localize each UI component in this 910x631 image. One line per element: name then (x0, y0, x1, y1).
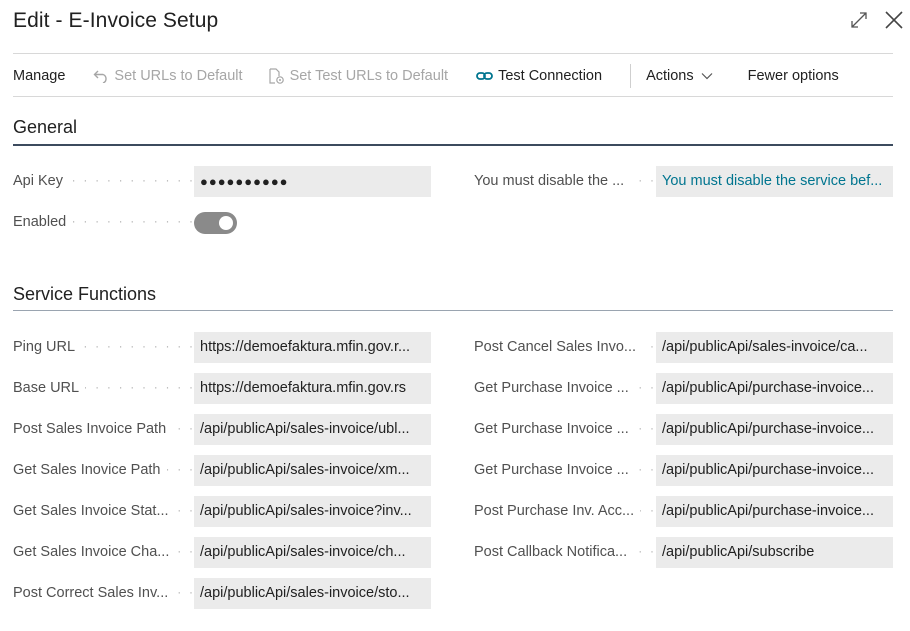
service-function-row: · · · · · · · · · · · · · · · · · · · · … (474, 455, 656, 486)
service-function-field[interactable]: /api/publicApi/sales-invoice/ch... (194, 537, 431, 568)
action-bar: Manage Set URLs to Default Set Test URLs… (13, 60, 893, 92)
service-function-row: · · · · · · · · · · · · · · · · · · · · … (13, 373, 193, 404)
service-function-label: · · · · · · · · · · · · · · · · · · · · … (13, 373, 193, 404)
service-function-row: · · · · · · · · · · · · · · · · · · · · … (474, 373, 656, 404)
enabled-row: · · · · · · · · · · · · · · · · · · · · … (13, 207, 193, 238)
section-general-title[interactable]: General (13, 117, 77, 138)
service-function-label: · · · · · · · · · · · · · · · · · · · · … (13, 537, 193, 568)
toggle-knob (219, 216, 233, 230)
set-test-urls-default-label: Set Test URLs to Default (289, 68, 449, 84)
api-key-field[interactable]: ●●●●●●●●●● (194, 166, 431, 197)
service-function-field[interactable]: /api/publicApi/sales-invoice?inv... (194, 496, 431, 527)
title-divider (13, 53, 893, 54)
service-function-field[interactable]: /api/publicApi/subscribe (656, 537, 893, 568)
service-function-label: · · · · · · · · · · · · · · · · · · · · … (13, 578, 193, 609)
enabled-label: · · · · · · · · · · · · · · · · · · · · … (13, 207, 193, 238)
service-function-row: · · · · · · · · · · · · · · · · · · · · … (13, 578, 193, 609)
link-icon (476, 71, 493, 81)
notice-row: · · · · · · · · · · · · · · · · · · · · … (474, 166, 656, 197)
set-urls-default-label: Set URLs to Default (114, 68, 243, 84)
service-function-row: · · · · · · · · · · · · · · · · · · · · … (13, 496, 193, 527)
service-function-field[interactable]: https://demoefaktura.mfin.gov.r... (194, 332, 431, 363)
set-test-urls-default-button[interactable]: Set Test URLs to Default (268, 67, 449, 85)
test-connection-label: Test Connection (498, 68, 603, 84)
service-function-label: · · · · · · · · · · · · · · · · · · · · … (474, 332, 656, 363)
service-function-field[interactable]: /api/publicApi/purchase-invoice... (656, 373, 893, 404)
service-function-row: · · · · · · · · · · · · · · · · · · · · … (13, 414, 193, 445)
service-function-label: · · · · · · · · · · · · · · · · · · · · … (474, 496, 656, 527)
action-separator (630, 64, 632, 88)
document-settings-icon (268, 67, 285, 85)
notice-link-field[interactable]: You must disable the service bef... (656, 166, 893, 197)
service-function-label: · · · · · · · · · · · · · · · · · · · · … (474, 537, 656, 568)
expand-arrows-icon[interactable] (849, 10, 869, 30)
service-function-row: · · · · · · · · · · · · · · · · · · · · … (474, 414, 656, 445)
manage-button[interactable]: Manage (13, 68, 65, 84)
service-function-label: · · · · · · · · · · · · · · · · · · · · … (13, 414, 193, 445)
api-key-label: · · · · · · · · · · · · · · · · · · · · … (13, 166, 193, 197)
undo-icon (93, 69, 109, 83)
service-function-label: · · · · · · · · · · · · · · · · · · · · … (474, 414, 656, 445)
service-function-field[interactable]: https://demoefaktura.mfin.gov.rs (194, 373, 431, 404)
service-function-row: · · · · · · · · · · · · · · · · · · · · … (474, 332, 656, 363)
service-function-field[interactable]: /api/publicApi/sales-invoice/ca... (656, 332, 893, 363)
service-function-row: · · · · · · · · · · · · · · · · · · · · … (13, 455, 193, 486)
chevron-down-icon (701, 72, 713, 80)
fewer-options-label: Fewer options (747, 68, 839, 84)
section-service-functions-rule (13, 310, 893, 311)
section-service-functions-title[interactable]: Service Functions (13, 284, 156, 305)
service-function-row: · · · · · · · · · · · · · · · · · · · · … (13, 332, 193, 363)
api-key-row: · · · · · · · · · · · · · · · · · · · · … (13, 166, 193, 197)
close-icon[interactable] (884, 10, 904, 30)
service-function-label: · · · · · · · · · · · · · · · · · · · · … (13, 496, 193, 527)
service-function-field[interactable]: /api/publicApi/sales-invoice/sto... (194, 578, 431, 609)
actions-label: Actions (646, 68, 694, 84)
set-urls-default-button[interactable]: Set URLs to Default (93, 68, 243, 84)
page-title: Edit - E-Invoice Setup (13, 9, 219, 32)
actionbar-divider (13, 96, 893, 97)
service-function-field[interactable]: /api/publicApi/purchase-invoice... (656, 414, 893, 445)
service-function-row: · · · · · · · · · · · · · · · · · · · · … (474, 496, 656, 527)
service-function-field[interactable]: /api/publicApi/sales-invoice/xm... (194, 455, 431, 486)
service-function-label: · · · · · · · · · · · · · · · · · · · · … (13, 455, 193, 486)
service-function-row: · · · · · · · · · · · · · · · · · · · · … (13, 537, 193, 568)
service-function-label: · · · · · · · · · · · · · · · · · · · · … (474, 455, 656, 486)
fewer-options-button[interactable]: Fewer options (748, 68, 839, 84)
service-function-row: · · · · · · · · · · · · · · · · · · · · … (474, 537, 656, 568)
service-function-label: · · · · · · · · · · · · · · · · · · · · … (474, 373, 656, 404)
enabled-toggle[interactable] (194, 212, 237, 234)
section-general-rule (13, 144, 893, 146)
actions-menu-button[interactable]: Actions (646, 68, 713, 84)
service-function-field[interactable]: /api/publicApi/purchase-invoice... (656, 455, 893, 486)
notice-label: · · · · · · · · · · · · · · · · · · · · … (474, 166, 656, 197)
service-function-label: · · · · · · · · · · · · · · · · · · · · … (13, 332, 193, 363)
test-connection-button[interactable]: Test Connection (476, 68, 602, 84)
manage-label: Manage (13, 68, 66, 84)
service-function-field[interactable]: /api/publicApi/purchase-invoice... (656, 496, 893, 527)
service-function-field[interactable]: /api/publicApi/sales-invoice/ubl... (194, 414, 431, 445)
